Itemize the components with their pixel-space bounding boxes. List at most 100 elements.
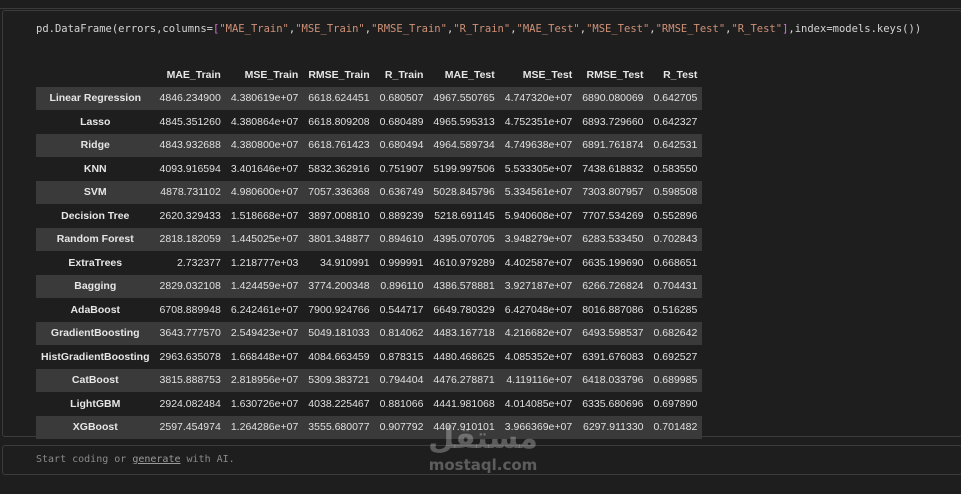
table-cell: 2620.329433 [159, 209, 221, 222]
table-cell: 1.518668e+07 [230, 209, 299, 222]
table-cell: 0.881066 [379, 397, 424, 410]
table-cell: 6335.680696 [582, 397, 644, 410]
row-index-label: LightGBM [70, 397, 121, 410]
table-cell: 4386.578881 [433, 280, 495, 293]
code-cell[interactable]: pd.DataFrame(errors,columns=["MAE_Train"… [2, 10, 961, 439]
table-row: Lasso 4845.351260 4.380864e+07 6618.809208 0… [36, 110, 703, 134]
table-cell: 5.940608e+07 [504, 209, 573, 222]
table-row: XGBoost 2597.454974 1.264286e+07 3555.68007… [36, 415, 703, 439]
table-cell: 0.680494 [379, 139, 424, 152]
table-cell: 3815.888753 [159, 374, 221, 387]
column-header: R_Test [663, 68, 698, 81]
table-cell: 4843.932688 [159, 139, 221, 152]
table-cell: 0.878315 [379, 350, 424, 363]
table-cell: 4038.225467 [308, 397, 370, 410]
table-cell: 7438.618832 [582, 162, 644, 175]
table-cell: 5199.997506 [433, 162, 495, 175]
row-index-label: CatBoost [71, 374, 119, 387]
table-row: GradientBoosting 3643.777570 2.549423e+07 5… [36, 321, 703, 345]
table-cell: 0.516285 [653, 303, 698, 316]
table-cell: 6266.726824 [582, 280, 644, 293]
table-cell: 0.552896 [653, 209, 698, 222]
table-cell: 0.692527 [653, 350, 698, 363]
table-cell: 6708.889948 [159, 303, 221, 316]
code-line[interactable]: pd.DataFrame(errors,columns=["MAE_Train"… [36, 23, 936, 35]
row-index-label: AdaBoost [70, 303, 121, 316]
table-cell: 0.668651 [653, 256, 698, 269]
table-cell: 7057.336368 [308, 186, 370, 199]
table-cell: 6.242461e+07 [230, 303, 299, 316]
row-index-label: HistGradientBoosting [41, 350, 150, 363]
code-column-string: "R_Test" [731, 23, 783, 35]
placeholder-text-end: with AI. [180, 454, 235, 465]
table-cell: 6893.729660 [582, 115, 644, 128]
table-cell: 4.747320e+07 [504, 92, 573, 105]
code-suffix: ,index=models.keys()) [788, 23, 922, 35]
code-column-string: "R_Train" [453, 23, 511, 35]
row-index-label: GradientBoosting [50, 327, 140, 340]
row-index-label: SVM [83, 186, 107, 199]
table-cell: 6297.911330 [582, 421, 644, 434]
table-cell: 3.927187e+07 [504, 280, 573, 293]
row-index-label: Decision Tree [61, 209, 130, 222]
table-row: Random Forest 2818.182059 1.445025e+07 3801… [36, 227, 703, 251]
column-header: RMSE_Test [586, 68, 644, 81]
index-header [36, 63, 155, 87]
table-cell: 3801.348877 [308, 233, 370, 246]
table-cell: 0.642705 [653, 92, 698, 105]
code-prefix: pd.DataFrame(errors,columns= [36, 23, 214, 35]
table-cell: 0.680489 [379, 115, 424, 128]
code-column-string: "MAE_Test" [516, 23, 580, 35]
table-row: Ridge 4843.932688 4.380800e+07 6618.761423 0… [36, 133, 703, 157]
row-index-label: KNN [83, 162, 107, 175]
table-cell: 5309.383721 [308, 374, 370, 387]
table-cell: 1.264286e+07 [230, 421, 299, 434]
table-header-row: MAE_Train MSE_Train RMSE_Train R_Train MAE_T… [36, 63, 702, 87]
table-cell: 4483.167718 [433, 327, 495, 340]
table-cell: 4.014085e+07 [504, 397, 573, 410]
table-cell: 5028.845796 [433, 186, 495, 199]
table-cell: 1.630726e+07 [230, 397, 299, 410]
table-cell: 8016.887086 [582, 303, 644, 316]
table-cell: 0.642327 [653, 115, 698, 128]
table-cell: 4.402587e+07 [504, 256, 573, 269]
table-cell: 5218.691145 [434, 209, 495, 222]
code-column-string: "RMSE_Test" [655, 23, 726, 35]
table-cell: 0.894610 [379, 233, 424, 246]
table-cell: 0.751907 [379, 162, 424, 175]
table-cell: 4610.979289 [433, 256, 495, 269]
mostaql-watermark: مستقل mostaql.com [418, 422, 548, 484]
table-cell: 4476.278871 [433, 374, 495, 387]
table-cell: 3643.777570 [159, 327, 221, 340]
column-header: RMSE_Train [308, 68, 370, 81]
table-row: CatBoost 3815.888753 2.818956e+07 5309.3837… [36, 368, 703, 392]
table-cell: 6618.624451 [308, 92, 370, 105]
table-row: KNN 4093.916594 3.401646e+07 5832.362916 0.7… [36, 157, 703, 181]
table-cell: 0.680507 [379, 92, 424, 105]
watermark-latin: mostaql.com [428, 456, 538, 474]
table-cell: 2.732377 [177, 256, 221, 269]
table-row: Bagging 2829.032108 1.424459e+07 3774.20034… [36, 274, 703, 298]
table-cell: 0.702843 [653, 233, 698, 246]
table-cell: 6618.761423 [308, 139, 370, 152]
column-header: R_Train [384, 68, 424, 81]
table-cell: 0.598508 [653, 186, 698, 199]
table-cell: 0.814062 [379, 327, 424, 340]
column-header: MAE_Train [166, 68, 221, 81]
table-cell: 3897.008810 [308, 209, 370, 222]
table-cell: 6891.761874 [582, 139, 644, 152]
table-cell: 0.682642 [653, 327, 698, 340]
table-cell: 2829.032108 [159, 280, 221, 293]
table-cell: 5832.362916 [308, 162, 370, 175]
column-header: MSE_Train [244, 68, 299, 81]
generate-link[interactable]: generate [132, 454, 180, 465]
table-cell: 7303.807957 [582, 186, 644, 199]
table-row: HistGradientBoosting 2963.635078 1.668448e… [36, 345, 703, 369]
table-cell: 4480.468625 [433, 350, 495, 363]
table-cell: 4964.589734 [433, 139, 495, 152]
table-cell: 6890.080069 [582, 92, 644, 105]
code-column-string: "MSE_Train" [295, 23, 365, 35]
table-cell: 4965.595313 [433, 115, 495, 128]
table-cell: 6283.533450 [582, 233, 644, 246]
table-cell: 4.752351e+07 [504, 115, 573, 128]
